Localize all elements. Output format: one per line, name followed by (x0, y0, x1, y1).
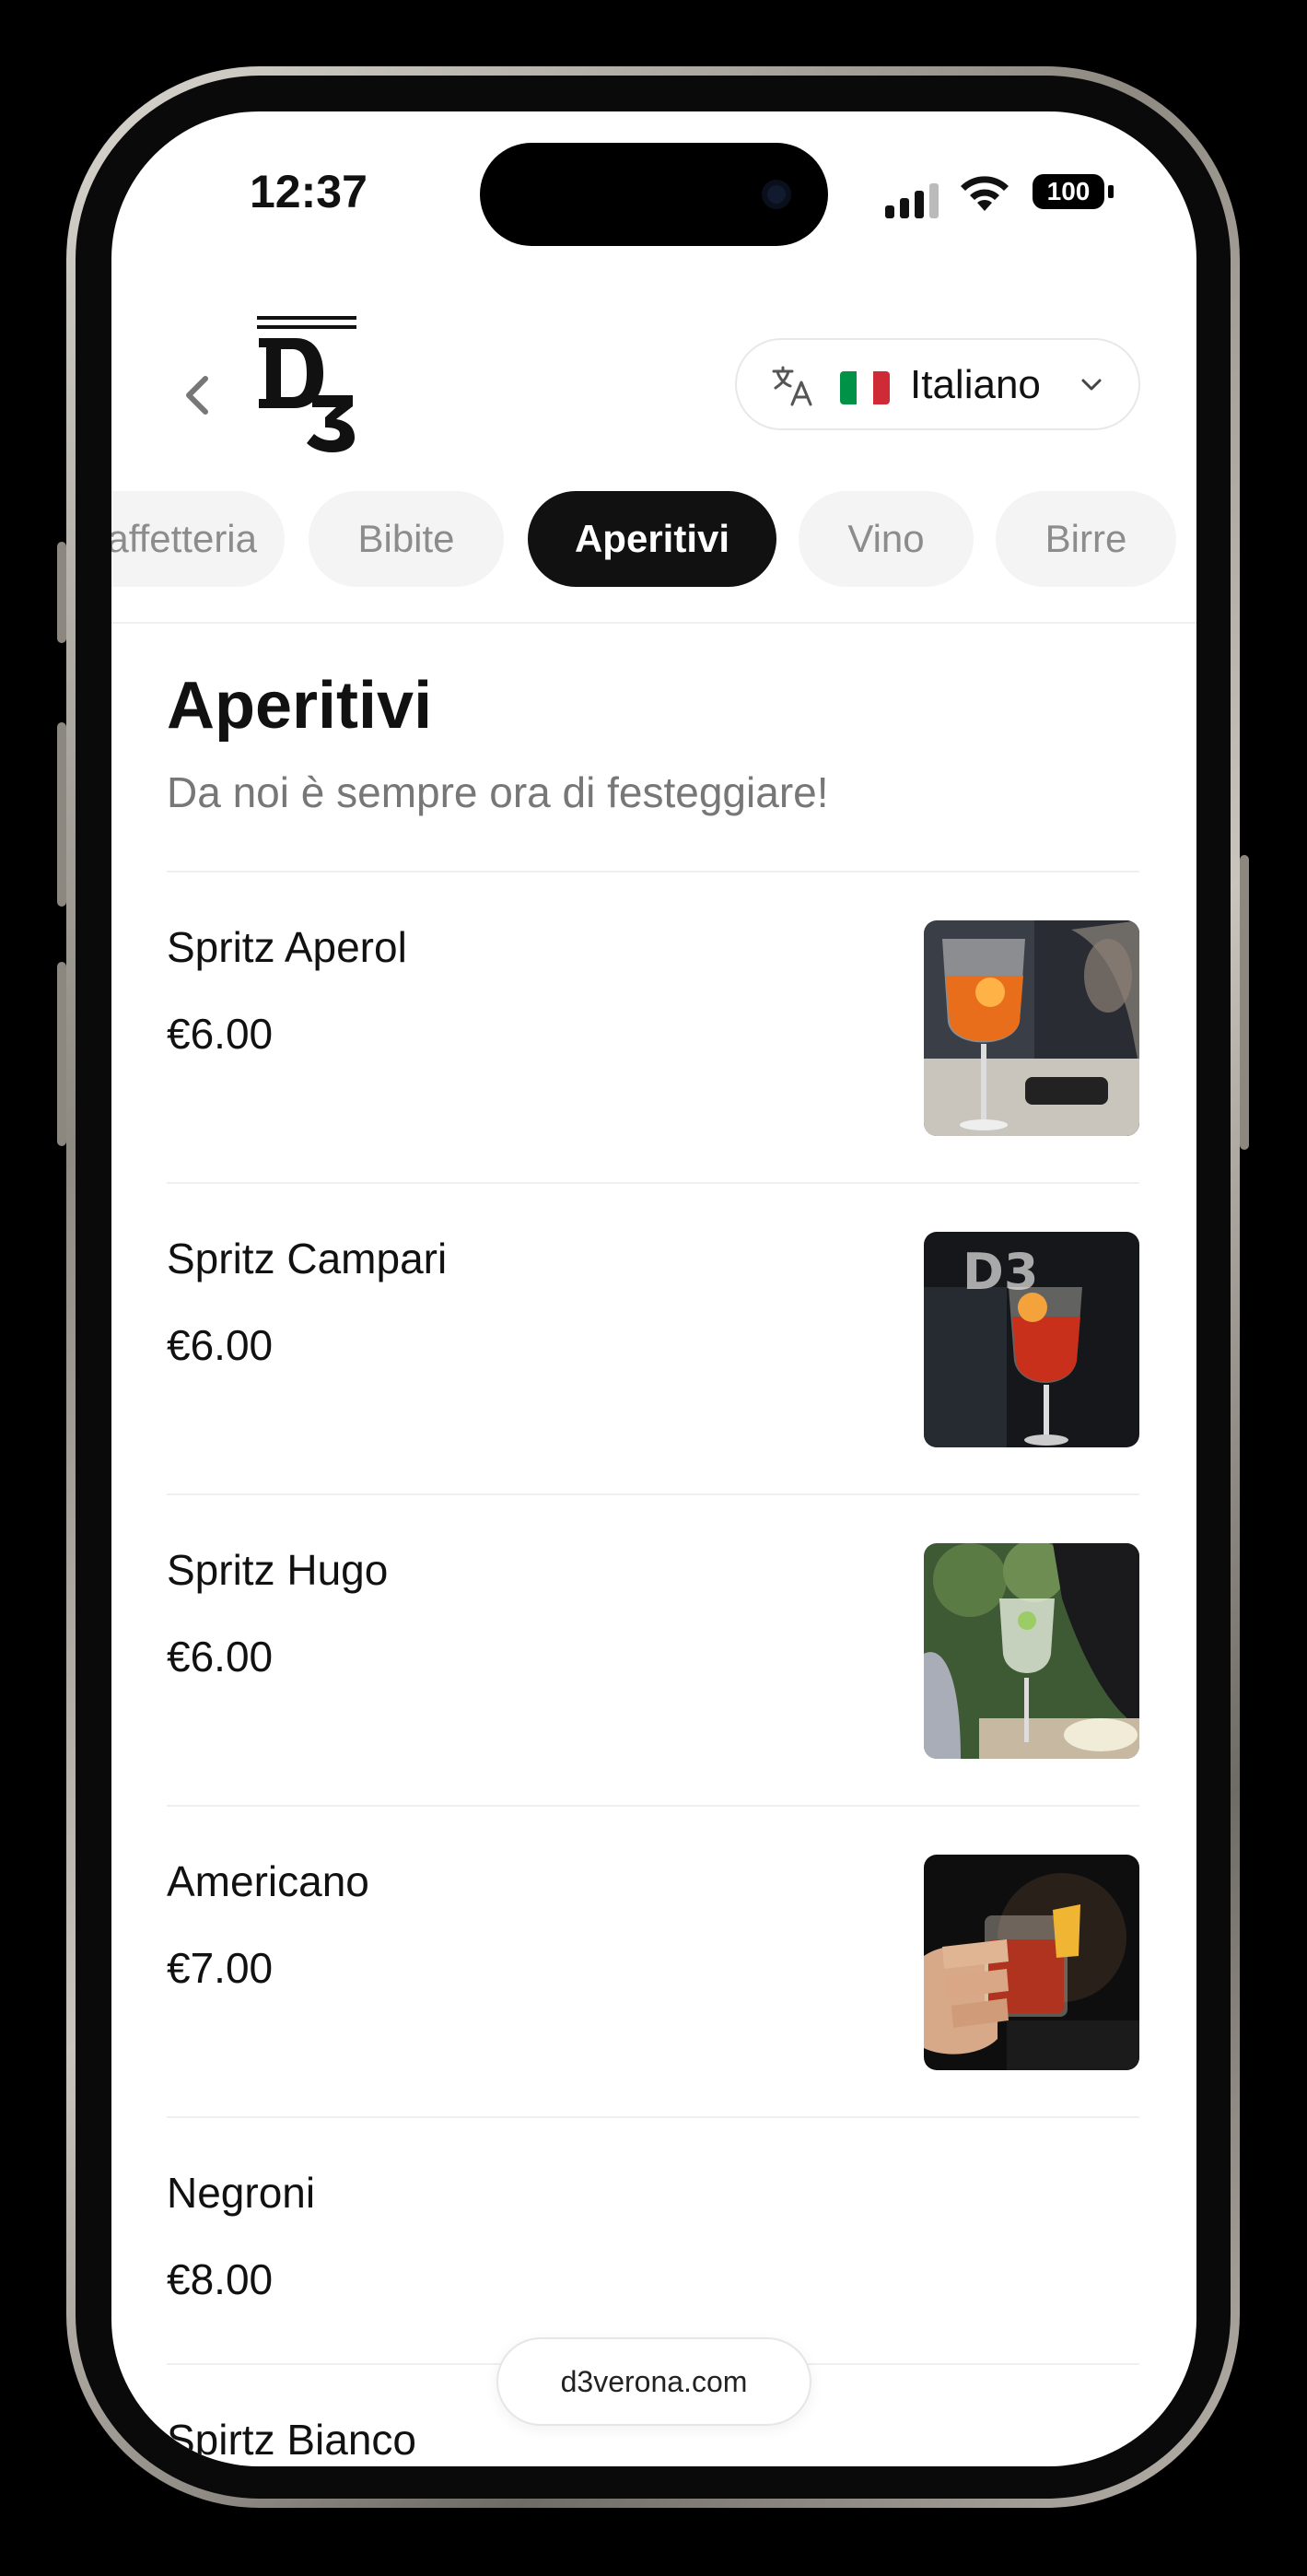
tab-birre[interactable]: Birre (996, 491, 1176, 587)
section-title: Aperitivi (167, 669, 433, 743)
chevron-down-icon (1081, 379, 1102, 391)
menu-item[interactable]: Americano €7.00 (167, 1805, 1139, 2118)
tab-label: Caffetteria (111, 517, 257, 560)
language-label: Italiano (910, 362, 1041, 407)
tab-caffetteria[interactable]: Caffetteria (111, 491, 285, 587)
item-name: Spritz Hugo (167, 1546, 389, 1594)
flag-stripe (857, 371, 873, 404)
power-button (1240, 855, 1249, 1150)
flag-stripe (873, 371, 890, 404)
tab-bibite[interactable]: Bibite (309, 491, 504, 587)
phone-screen: 12:37 100 Italiano affetteria Bibite Ape… (111, 111, 1196, 2466)
americano-photo[interactable] (924, 1855, 1139, 2070)
spritz-aperol-photo[interactable] (924, 920, 1139, 1136)
item-name: Spirtz Bianco (167, 2416, 417, 2464)
tab-label: Aperitivi (574, 517, 730, 560)
menu-item[interactable]: Spritz Aperol €6.00 (167, 871, 1139, 1184)
translate-icon (772, 366, 812, 406)
item-price: €8.00 (167, 2255, 274, 2303)
item-price: €6.00 (167, 1010, 274, 1058)
spritz-hugo-photo[interactable] (924, 1543, 1139, 1759)
signal-bar (915, 191, 924, 218)
tab-label: Vino (847, 517, 925, 560)
item-name: Spritz Campari (167, 1235, 448, 1282)
item-price: €7.00 (167, 1944, 274, 1992)
language-selector[interactable]: Italiano (735, 338, 1140, 430)
battery-icon: 100 (1033, 174, 1104, 209)
status-time: 12:37 (250, 166, 368, 217)
menu-item[interactable]: Spritz Campari €6.00 D3 (167, 1182, 1139, 1495)
italian-flag-icon (840, 371, 890, 404)
menu-item[interactable]: Spritz Hugo €6.00 (167, 1493, 1139, 1807)
tab-aperitivi[interactable]: Aperitivi (528, 491, 776, 587)
tab-label: Bibite (357, 517, 455, 560)
d3-logo[interactable] (255, 316, 358, 452)
front-camera (762, 180, 791, 209)
wifi-icon (961, 176, 1009, 211)
back-chevron-icon[interactable] (170, 358, 226, 432)
tab-vino[interactable]: Vino (799, 491, 974, 587)
item-name: Spritz Aperol (167, 923, 407, 971)
item-price: €6.00 (167, 1321, 274, 1369)
volume-up-button (57, 722, 66, 907)
item-price: €6.00 (167, 1633, 274, 1680)
signal-bar (929, 183, 939, 218)
action-button (57, 542, 66, 643)
volume-down-button (57, 962, 66, 1146)
signal-bar (900, 198, 909, 218)
cellular-signal-icon (885, 205, 894, 218)
tab-label: Birre (1044, 517, 1127, 560)
flag-stripe (840, 371, 857, 404)
spritz-campari-photo[interactable]: D3 (924, 1232, 1139, 1447)
item-name: Americano (167, 1857, 369, 1905)
website-url-pill[interactable]: d3verona.com (496, 2337, 811, 2426)
battery-tip (1108, 185, 1114, 198)
tabs-divider (111, 622, 1196, 624)
dynamic-island (480, 143, 828, 246)
section-subtitle: Da noi è sempre ora di festeggiare! (167, 768, 829, 816)
category-tabs[interactable]: Caffetteria Bibite Aperitivi Vino Birre (111, 491, 1196, 587)
item-name: Negroni (167, 2169, 316, 2217)
